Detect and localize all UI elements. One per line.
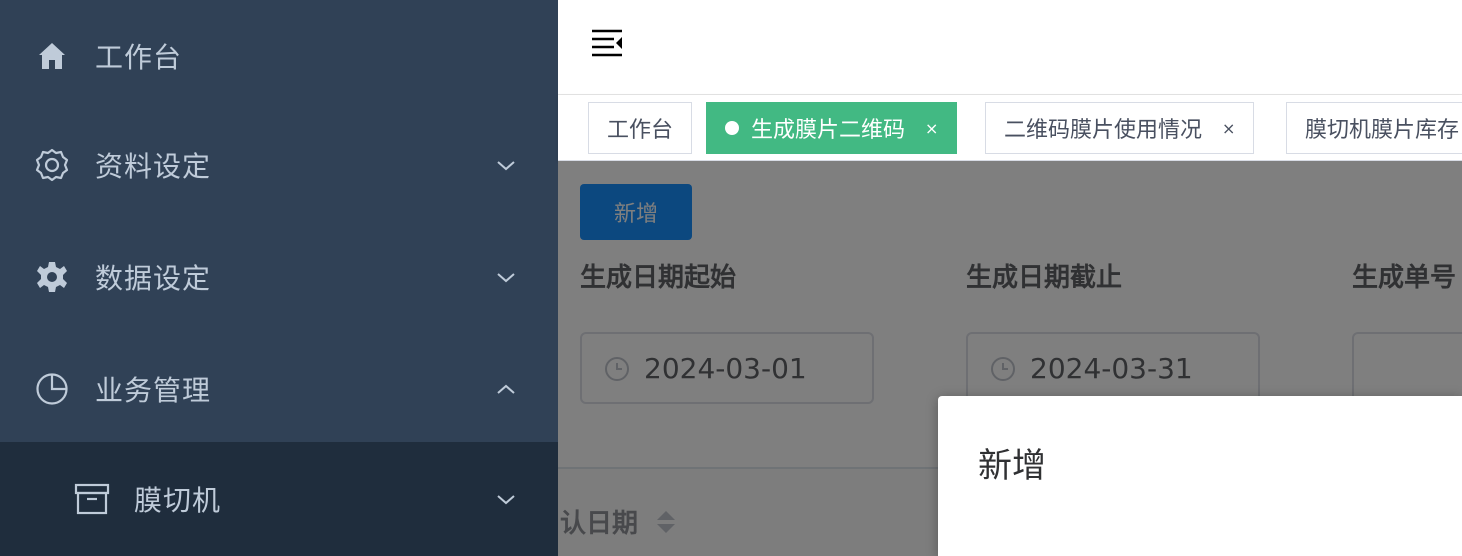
close-icon[interactable]: ×: [925, 119, 938, 138]
add-dialog: 新增: [938, 396, 1462, 556]
tag-label: 工作台: [607, 118, 674, 143]
gear-icon: [34, 259, 70, 295]
sidebar-item-die-cutter[interactable]: 膜切机: [0, 442, 558, 556]
chevron-down-icon: [497, 161, 515, 171]
dialog-title: 新增: [978, 446, 1046, 486]
sidebar-item-business-management[interactable]: 业务管理: [0, 333, 558, 445]
tag-qrcode-usage[interactable]: 二维码膜片使用情况 ×: [985, 102, 1255, 154]
sidebar-item-label: 业务管理: [95, 374, 212, 407]
menu-fold-icon[interactable]: [590, 26, 624, 60]
archive-box-icon: [74, 481, 110, 517]
sidebar: 工作台 资料设定 数据设定 业务管理 膜切机: [0, 0, 558, 556]
home-icon: [34, 38, 70, 74]
tag-die-cutter-stock[interactable]: 膜切机膜片库存: [1286, 102, 1462, 154]
settings-outline-icon: [34, 147, 70, 183]
sidebar-item-data-settings[interactable]: 数据设定: [0, 221, 558, 333]
sidebar-item-label: 数据设定: [95, 262, 212, 295]
sidebar-item-label: 资料设定: [95, 150, 212, 183]
sidebar-item-label: 膜切机: [134, 484, 222, 517]
tag-label: 二维码膜片使用情况: [1004, 118, 1203, 143]
sidebar-item-profile-settings[interactable]: 资料设定: [0, 109, 558, 221]
sidebar-item-dashboard[interactable]: 工作台: [0, 0, 558, 112]
close-icon[interactable]: ×: [1222, 119, 1235, 138]
sidebar-item-label: 工作台: [95, 41, 183, 74]
chevron-down-icon: [497, 495, 515, 505]
tags-view: 工作台 生成膜片二维码 × 二维码膜片使用情况 × 膜切机膜片库存: [558, 95, 1462, 161]
tag-generate-qrcode[interactable]: 生成膜片二维码 ×: [706, 102, 958, 154]
chevron-up-icon: [497, 384, 515, 394]
tag-label: 膜切机膜片库存: [1305, 118, 1460, 143]
active-dot-icon: [725, 121, 739, 135]
top-navbar: [558, 0, 1462, 95]
tag-dashboard[interactable]: 工作台: [588, 102, 693, 154]
chevron-down-icon: [497, 273, 515, 283]
tag-label: 生成膜片二维码: [751, 118, 906, 143]
pie-chart-icon: [34, 371, 70, 407]
